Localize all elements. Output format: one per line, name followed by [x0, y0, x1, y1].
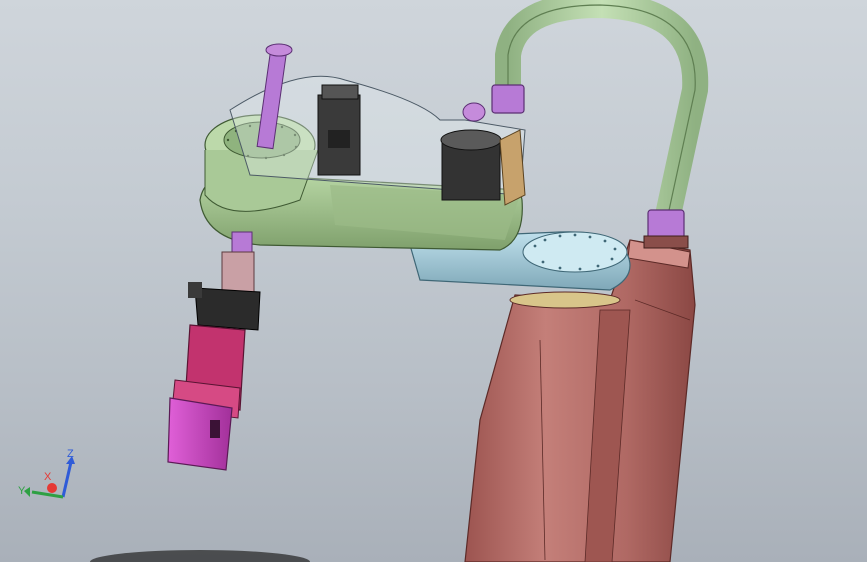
axis-z-label: Z: [67, 448, 74, 460]
gripper[interactable]: [167, 324, 246, 471]
axis-y-label: Y: [18, 485, 26, 497]
tool-adapter[interactable]: [188, 251, 261, 331]
cad-3d-viewport[interactable]: Z Y X: [0, 0, 867, 562]
cable-loop[interactable]: [495, 0, 709, 218]
axis-y-line: [31, 490, 64, 499]
arm-cable-collar: [491, 84, 525, 114]
floor-shadow: [90, 550, 310, 562]
axis-triad: Z Y X: [18, 448, 75, 499]
axis-x-label: X: [44, 471, 52, 483]
axis-z-line: [61, 461, 73, 498]
axis-x-dot: [47, 483, 57, 493]
motor-2[interactable]: [440, 129, 526, 206]
motor-1[interactable]: [317, 84, 361, 176]
